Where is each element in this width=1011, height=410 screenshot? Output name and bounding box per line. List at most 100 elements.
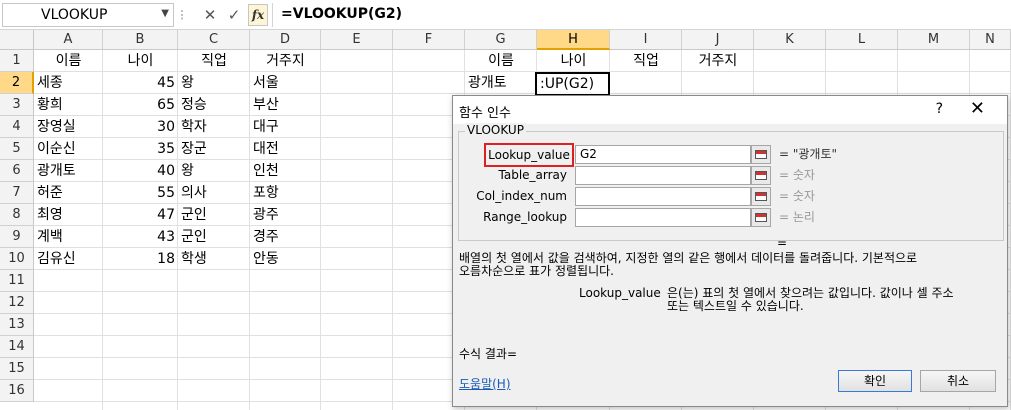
cell-city[interactable]: 대전 [250, 138, 321, 160]
cell-age[interactable]: 47 [103, 204, 178, 226]
column-header-g[interactable]: G [465, 30, 537, 50]
row-header-16[interactable]: 16 [0, 380, 34, 402]
row-header-6[interactable]: 6 [0, 160, 34, 182]
cell-age[interactable]: 43 [103, 226, 178, 248]
select-all-corner[interactable] [0, 30, 34, 50]
cell-d1[interactable]: 거주지 [250, 50, 321, 72]
column-header-m[interactable]: M [898, 30, 970, 50]
collapse-dialog-icon[interactable] [751, 166, 771, 185]
function-name: VLOOKUP [465, 123, 526, 137]
column-header-h[interactable]: H [537, 30, 610, 50]
cell-age[interactable]: 65 [103, 94, 178, 116]
cell-c1[interactable]: 직업 [178, 50, 250, 72]
help-question-icon[interactable]: ? [936, 101, 943, 117]
cell-age[interactable]: 18 [103, 248, 178, 270]
column-header-a[interactable]: A [34, 30, 103, 50]
cell-city[interactable]: 인천 [250, 160, 321, 182]
cell-job[interactable]: 장군 [178, 138, 250, 160]
cell-b1[interactable]: 나이 [103, 50, 178, 72]
cell-job[interactable]: 의사 [178, 182, 250, 204]
formula-input[interactable]: =VLOOKUP(G2) [272, 3, 1011, 27]
cell-name[interactable]: 최영 [34, 204, 103, 226]
cell-j1[interactable]: 거주지 [682, 50, 754, 72]
cell-age[interactable]: 45 [103, 72, 178, 94]
row-header-5[interactable]: 5 [0, 138, 34, 160]
cell-city[interactable]: 부산 [250, 94, 321, 116]
row-header-1[interactable]: 1 [0, 50, 34, 72]
cancel-button[interactable]: 취소 [920, 370, 996, 392]
column-header-d[interactable]: D [250, 30, 321, 50]
cell-g2[interactable]: 광개토 [465, 72, 537, 94]
cell-name[interactable]: 세종 [34, 72, 103, 94]
column-header-n[interactable]: N [970, 30, 1011, 50]
row-header-3[interactable]: 3 [0, 94, 34, 116]
cell-job[interactable]: 왕 [178, 72, 250, 94]
column-header-l[interactable]: L [826, 30, 898, 50]
column-header-e[interactable]: E [321, 30, 393, 50]
cell-name[interactable]: 광개토 [34, 160, 103, 182]
row-header-12[interactable]: 12 [0, 292, 34, 314]
cell-job[interactable]: 군인 [178, 226, 250, 248]
column-header-k[interactable]: K [754, 30, 826, 50]
cell-age[interactable]: 40 [103, 160, 178, 182]
enter-check-icon[interactable]: ✓ [224, 4, 244, 26]
cell-city[interactable]: 대구 [250, 116, 321, 138]
help-link[interactable]: 도움말(H) [459, 375, 511, 392]
column-header-j[interactable]: J [682, 30, 754, 50]
cell-job[interactable]: 학생 [178, 248, 250, 270]
cell-city[interactable]: 경주 [250, 226, 321, 248]
cell-name[interactable]: 장영실 [34, 116, 103, 138]
row-header-11[interactable]: 11 [0, 270, 34, 292]
table-array-input[interactable] [575, 166, 751, 185]
cell-job[interactable]: 학자 [178, 116, 250, 138]
cell-name[interactable]: 김유신 [34, 248, 103, 270]
cell-job[interactable]: 정승 [178, 94, 250, 116]
row-header-2[interactable]: 2 [0, 72, 34, 94]
cell-name[interactable]: 황희 [34, 94, 103, 116]
row-header-10[interactable]: 10 [0, 248, 34, 270]
cell-name[interactable]: 계백 [34, 226, 103, 248]
insert-function-icon[interactable]: fx [248, 4, 268, 26]
row-header-8[interactable]: 8 [0, 204, 34, 226]
cell-g1[interactable]: 이름 [465, 50, 537, 72]
cell-i1[interactable]: 직업 [610, 50, 682, 72]
cell-age[interactable]: 55 [103, 182, 178, 204]
chevron-down-icon[interactable]: ▼ [161, 8, 169, 19]
cell-h1[interactable]: 나이 [537, 50, 610, 72]
cell-name[interactable]: 허준 [34, 182, 103, 204]
cell-job[interactable]: 왕 [178, 160, 250, 182]
cell-age[interactable]: 35 [103, 138, 178, 160]
dialog-title: 함수 인수 [459, 106, 511, 121]
row-header-15[interactable]: 15 [0, 358, 34, 380]
collapse-dialog-icon[interactable] [751, 145, 771, 164]
row-header-9[interactable]: 9 [0, 226, 34, 248]
cell-city[interactable]: 광주 [250, 204, 321, 226]
column-header-c[interactable]: C [178, 30, 250, 50]
cell-city[interactable]: 포항 [250, 182, 321, 204]
range-lookup-input[interactable] [575, 208, 751, 227]
collapse-dialog-icon[interactable] [751, 208, 771, 227]
cancel-icon[interactable]: ✕ [200, 4, 220, 26]
row-header-14[interactable]: 14 [0, 336, 34, 358]
row-header-4[interactable]: 4 [0, 116, 34, 138]
collapse-dialog-icon[interactable] [751, 187, 771, 206]
formula-bar-splitter-icon[interactable]: ⁝ [176, 4, 188, 26]
name-box-value: VLOOKUP [41, 7, 108, 23]
col-index-num-input[interactable] [575, 187, 751, 206]
row-header-13[interactable]: 13 [0, 314, 34, 336]
close-icon[interactable]: ✕ [970, 98, 985, 119]
ok-button[interactable]: 확인 [838, 370, 912, 392]
cell-age[interactable]: 30 [103, 116, 178, 138]
cell-a1[interactable]: 이름 [34, 50, 103, 72]
cell-city[interactable]: 안동 [250, 248, 321, 270]
cell-city[interactable]: 서울 [250, 72, 321, 94]
cell-job[interactable]: 군인 [178, 204, 250, 226]
row-header-7[interactable]: 7 [0, 182, 34, 204]
cell-name[interactable]: 이순신 [34, 138, 103, 160]
name-box[interactable]: VLOOKUP ▼ [2, 3, 174, 27]
active-cell-h2[interactable]: :UP(G2) [535, 72, 610, 96]
lookup-value-input[interactable]: G2 [575, 145, 751, 164]
column-header-f[interactable]: F [393, 30, 465, 50]
column-header-b[interactable]: B [103, 30, 178, 50]
column-header-i[interactable]: I [610, 30, 682, 50]
